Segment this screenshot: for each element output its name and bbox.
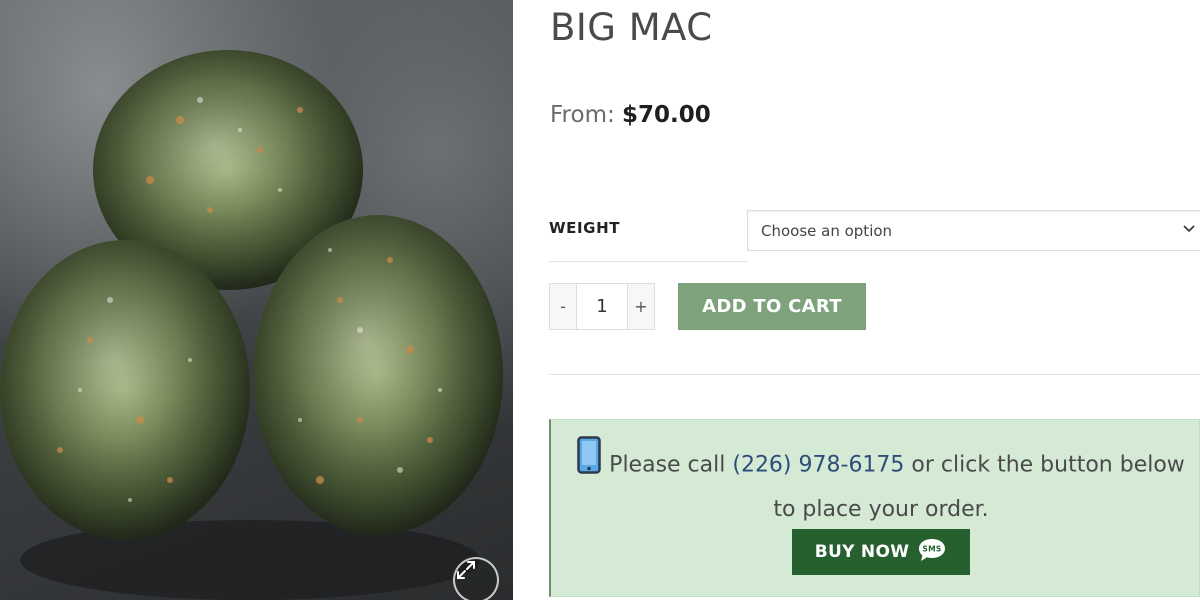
weight-select-value: Choose an option — [761, 221, 893, 240]
sms-bubble-icon: SMS — [917, 537, 947, 568]
buy-now-label: BUY NOW — [814, 542, 910, 562]
quantity-input[interactable]: 1 — [577, 283, 627, 330]
mobile-phone-icon — [577, 436, 601, 487]
weight-select[interactable]: Choose an option — [747, 210, 1200, 251]
weight-label: WEIGHT — [549, 219, 621, 237]
price-amount: $70.00 — [622, 102, 711, 128]
image-zoom-button[interactable] — [453, 557, 499, 600]
order-notice: Please call (226) 978-6175 or click the … — [549, 419, 1200, 597]
product-image[interactable] — [0, 0, 513, 600]
order-notice-message: Please call (226) 978-6175 or click the … — [571, 436, 1191, 529]
quantity-stepper: - 1 + — [549, 283, 655, 330]
price-prefix: From: — [550, 102, 615, 128]
phone-number-link[interactable]: (226) 978-6175 — [732, 453, 904, 478]
quantity-decrease-button[interactable]: - — [549, 283, 577, 330]
product-title: BIG MAC — [550, 6, 713, 49]
buy-now-button[interactable]: BUY NOW SMS — [792, 529, 970, 575]
variation-row: WEIGHT Choose an option — [549, 209, 1200, 263]
product-photo — [0, 50, 503, 600]
product-summary: BIG MAC From: $70.00 WEIGHT Choose an op… — [549, 0, 1200, 600]
quantity-increase-button[interactable]: + — [627, 283, 655, 330]
section-divider — [549, 374, 1200, 375]
order-notice-text-before: Please call — [609, 452, 733, 478]
sms-badge-text: SMS — [923, 544, 942, 553]
expand-icon — [457, 561, 475, 579]
price: From: $70.00 — [550, 102, 711, 128]
chevron-down-icon — [1182, 221, 1196, 239]
label-divider — [549, 261, 748, 262]
add-to-cart-button[interactable]: ADD TO CART — [678, 283, 866, 330]
